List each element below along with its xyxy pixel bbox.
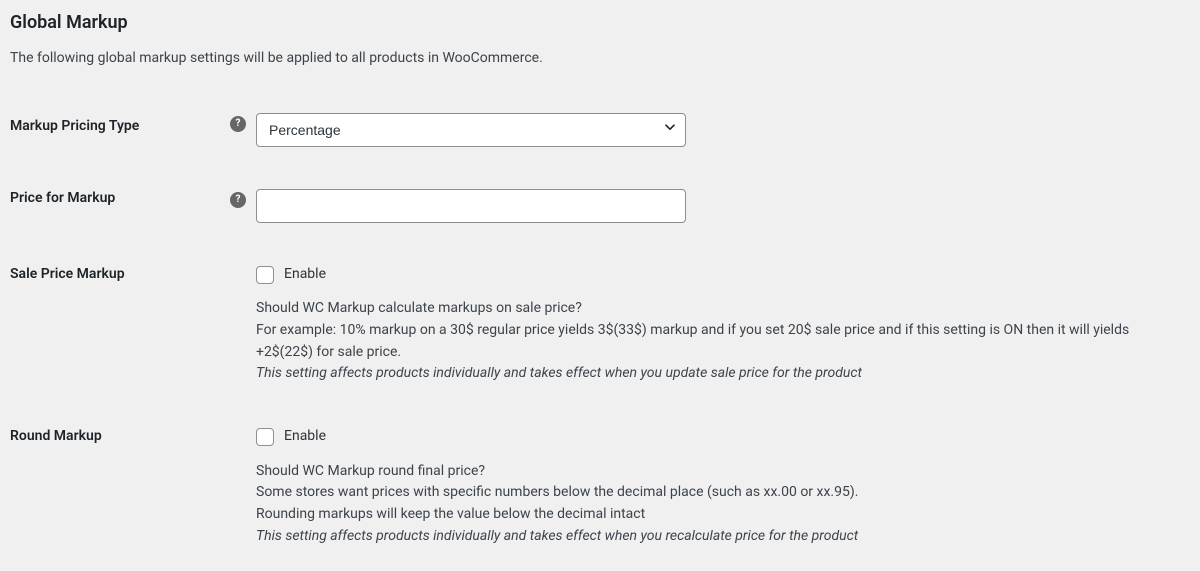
field-row-sale-price-markup: Sale Price Markup Enable Should WC Marku… <box>10 237 1190 399</box>
field-row-round-markup: Round Markup Enable Should WC Markup rou… <box>10 399 1190 561</box>
field-row-pricing-type: Markup Pricing Type ? Percentage <box>10 99 1190 161</box>
label-pricing-type: Markup Pricing Type <box>10 99 230 161</box>
sale-price-markup-checkbox[interactable] <box>256 266 274 284</box>
round-markup-checkbox[interactable] <box>256 428 274 446</box>
price-for-markup-input[interactable] <box>256 189 686 223</box>
settings-form: Markup Pricing Type ? Percentage Price f… <box>10 99 1190 562</box>
round-markup-checkbox-label: Enable <box>284 427 326 447</box>
sale-price-markup-description: Should WC Markup calculate markups on sa… <box>256 298 1176 385</box>
field-row-price-for-markup: Price for Markup ? <box>10 161 1190 237</box>
help-icon[interactable]: ? <box>230 116 246 132</box>
section-title: Global Markup <box>10 10 1190 35</box>
help-icon[interactable]: ? <box>230 192 246 208</box>
pricing-type-select[interactable]: Percentage <box>256 113 686 147</box>
round-markup-description: Should WC Markup round final price? Some… <box>256 461 1176 548</box>
label-sale-price-markup: Sale Price Markup <box>10 237 230 399</box>
label-round-markup: Round Markup <box>10 399 230 561</box>
section-description: The following global markup settings wil… <box>10 49 1190 69</box>
sale-price-markup-checkbox-label: Enable <box>284 265 326 285</box>
label-price-for-markup: Price for Markup <box>10 161 230 237</box>
